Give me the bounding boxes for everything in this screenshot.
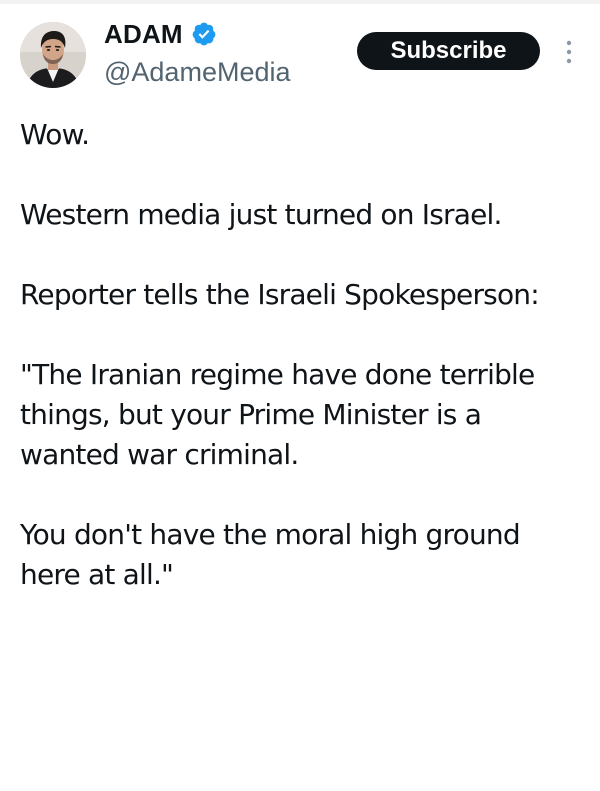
tweet-paragraph: "The Iranian regime have done terrible t… <box>20 358 535 471</box>
tweet-paragraph: Western media just turned on Israel. <box>20 198 502 231</box>
tweet-text: Wow. Western media just turned on Israel… <box>20 115 585 595</box>
author-display-name[interactable]: ADAM <box>104 18 183 50</box>
verified-badge-icon <box>192 22 216 46</box>
avatar-image <box>20 22 86 88</box>
tweet-paragraph: You don't have the moral high ground her… <box>20 518 521 591</box>
subscribe-button[interactable]: Subscribe <box>357 32 540 70</box>
avatar[interactable] <box>20 22 86 88</box>
author-name-row: ADAM <box>104 18 217 50</box>
tweet-paragraph: Reporter tells the Israeli Spokesperson: <box>20 278 540 311</box>
tweet-header: ADAM @AdameMedia Subscribe <box>0 0 600 110</box>
author-handle[interactable]: @AdameMedia <box>104 55 291 89</box>
tweet-paragraph: Wow. <box>20 118 90 151</box>
more-vertical-icon[interactable] <box>560 36 578 70</box>
